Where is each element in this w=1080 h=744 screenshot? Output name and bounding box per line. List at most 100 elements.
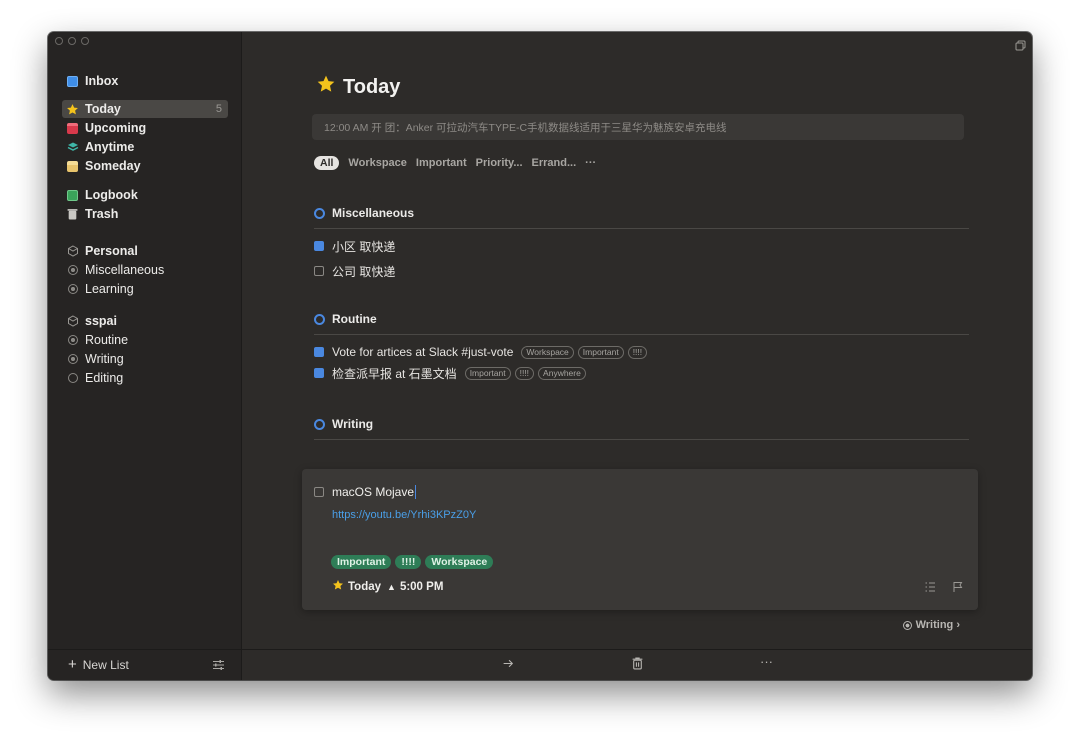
sidebar-item-label: Anytime [85, 140, 135, 154]
todo-text: Vote for artices at Slack #just-vote [332, 345, 514, 359]
sidebar-item-logbook[interactable]: Logbook [62, 186, 228, 204]
checklist-icon[interactable] [924, 580, 936, 598]
project-progress-icon [66, 283, 79, 296]
deadline-flag-icon[interactable] [952, 580, 964, 598]
filter-tag-priority[interactable]: Priority... [476, 157, 523, 169]
more-options-icon[interactable]: ··· [760, 654, 773, 669]
area-cube-icon [66, 245, 79, 258]
sidebar-project-writing[interactable]: Writing [62, 350, 228, 368]
sidebar-item-label: Learning [85, 282, 134, 296]
sidebar-item-upcoming[interactable]: Upcoming [62, 119, 228, 137]
todo-item[interactable]: 公司 取快递 [314, 262, 969, 280]
sidebar-project-miscellaneous[interactable]: Miscellaneous [62, 261, 228, 279]
todo-tag: !!!! [627, 345, 648, 359]
todo-tag: Workspace [521, 345, 574, 359]
sidebar-area-personal[interactable]: Personal [62, 242, 228, 260]
section-header[interactable]: Miscellaneous [314, 204, 969, 229]
filter-tag-important[interactable]: Important [416, 157, 467, 169]
filter-tag-errand[interactable]: Errand... [532, 157, 577, 169]
section-miscellaneous: Miscellaneous 小区 取快递 公司 取快递 [314, 204, 969, 280]
sidebar-item-label: Trash [85, 207, 119, 221]
todo-detail-card[interactable]: macOS Mojave https://youtu.be/Yrhi3KPzZ0… [302, 469, 978, 610]
sidebar-item-today[interactable]: Today 5 [62, 100, 228, 118]
todo-title-input[interactable]: macOS Mojave [332, 485, 414, 499]
project-progress-icon [66, 264, 79, 277]
when-button[interactable]: Today ▲ 5:00 PM [332, 579, 443, 594]
todo-text: 公司 取快递 [332, 264, 396, 279]
sidebar-item-anytime[interactable]: Anytime [62, 138, 228, 156]
todo-title-row[interactable]: macOS Mojave [314, 485, 417, 499]
sidebar-item-trash[interactable]: Trash [62, 205, 228, 223]
reminder-time: 5:00 PM [399, 580, 444, 593]
layers-icon [66, 141, 79, 154]
sidebar-item-label: sspai [85, 314, 117, 328]
sidebar-item-someday[interactable]: Someday [62, 157, 228, 175]
project-progress-icon [902, 620, 912, 630]
sidebar-item-label: Miscellaneous [85, 263, 165, 277]
minimize-window-button[interactable] [68, 37, 76, 45]
project-progress-icon [314, 418, 325, 430]
trash-icon [66, 208, 79, 221]
checkbox-checked[interactable] [314, 368, 324, 378]
trash-icon[interactable] [632, 657, 643, 675]
today-count-badge: 5 [215, 103, 222, 115]
section-title: Miscellaneous [332, 206, 415, 220]
tag-chip[interactable]: Workspace [425, 555, 494, 569]
sidebar-item-label: Writing [85, 352, 124, 366]
page-title-text: Today [343, 75, 401, 98]
sidebar-project-routine[interactable]: Routine [62, 331, 228, 349]
fullscreen-icon[interactable] [1015, 38, 1026, 56]
checkbox[interactable] [314, 487, 324, 497]
todo-item[interactable]: 小区 取快递 [314, 237, 969, 255]
filter-tag-workspace[interactable]: Workspace [348, 157, 407, 169]
project-link[interactable]: Writing › [902, 619, 960, 631]
todo-tag: !!!! [514, 366, 535, 380]
filter-more-button[interactable]: ··· [585, 157, 596, 169]
sidebar-item-inbox[interactable]: Inbox [62, 72, 228, 90]
todo-item[interactable]: Vote for artices at Slack #just-vote Wor… [314, 343, 969, 361]
zoom-window-button[interactable] [81, 37, 89, 45]
star-icon [316, 74, 336, 100]
archive-box-icon [66, 160, 79, 173]
todo-item[interactable]: 检查派早报 at 石墨文档 Important !!!! Anywhere [314, 364, 969, 382]
logbook-icon [66, 189, 79, 202]
sidebar-project-editing[interactable]: Editing [62, 369, 228, 387]
sidebar-item-label: Today [85, 102, 121, 116]
filter-tag-all[interactable]: All [314, 156, 340, 170]
project-progress-icon [66, 372, 79, 385]
sidebar-item-label: Personal [85, 244, 138, 258]
section-header[interactable]: Writing [314, 415, 969, 440]
section-title: Routine [332, 312, 377, 326]
window-controls [55, 37, 89, 45]
close-window-button[interactable] [55, 37, 63, 45]
new-list-button[interactable]: + New List [68, 656, 129, 673]
new-list-label: New List [82, 658, 129, 672]
tag-filter-bar: All Workspace Important Priority... Erra… [314, 156, 596, 170]
when-label: Today [348, 580, 382, 593]
sidebar: Inbox Today 5 Upcoming Anytime Someday L… [48, 32, 242, 680]
section-writing: Writing [314, 415, 969, 440]
calendar-event-bar[interactable]: 12:00 AM 开 团：Anker 可拉动汽车TYPE-C手机数据线适用于三星… [312, 114, 964, 140]
checkbox[interactable] [314, 266, 324, 276]
todo-text: 检查派早报 at 石墨文档 [332, 366, 457, 381]
section-title: Writing [332, 417, 374, 431]
move-arrow-icon[interactable] [502, 657, 515, 675]
tag-chip[interactable]: !!!! [395, 555, 422, 569]
star-icon [66, 103, 79, 116]
checkbox-checked[interactable] [314, 241, 324, 251]
project-progress-icon [314, 207, 325, 219]
plus-icon: + [68, 656, 77, 673]
star-icon [332, 579, 344, 594]
project-progress-icon [66, 334, 79, 347]
sidebar-project-learning[interactable]: Learning [62, 280, 228, 298]
sidebar-item-label: Upcoming [85, 121, 147, 135]
todo-notes-link[interactable]: https://youtu.be/Yrhi3KPzZ0Y [332, 509, 476, 521]
tag-chip[interactable]: Important [331, 555, 392, 569]
sidebar-footer: + New List [48, 649, 241, 680]
sliders-icon[interactable] [212, 658, 225, 676]
section-header[interactable]: Routine [314, 310, 969, 335]
sidebar-area-sspai[interactable]: sspai [62, 312, 228, 330]
checkbox-checked[interactable] [314, 347, 324, 357]
bottom-toolbar: ··· [242, 649, 1032, 680]
app-window: Inbox Today 5 Upcoming Anytime Someday L… [48, 32, 1032, 680]
